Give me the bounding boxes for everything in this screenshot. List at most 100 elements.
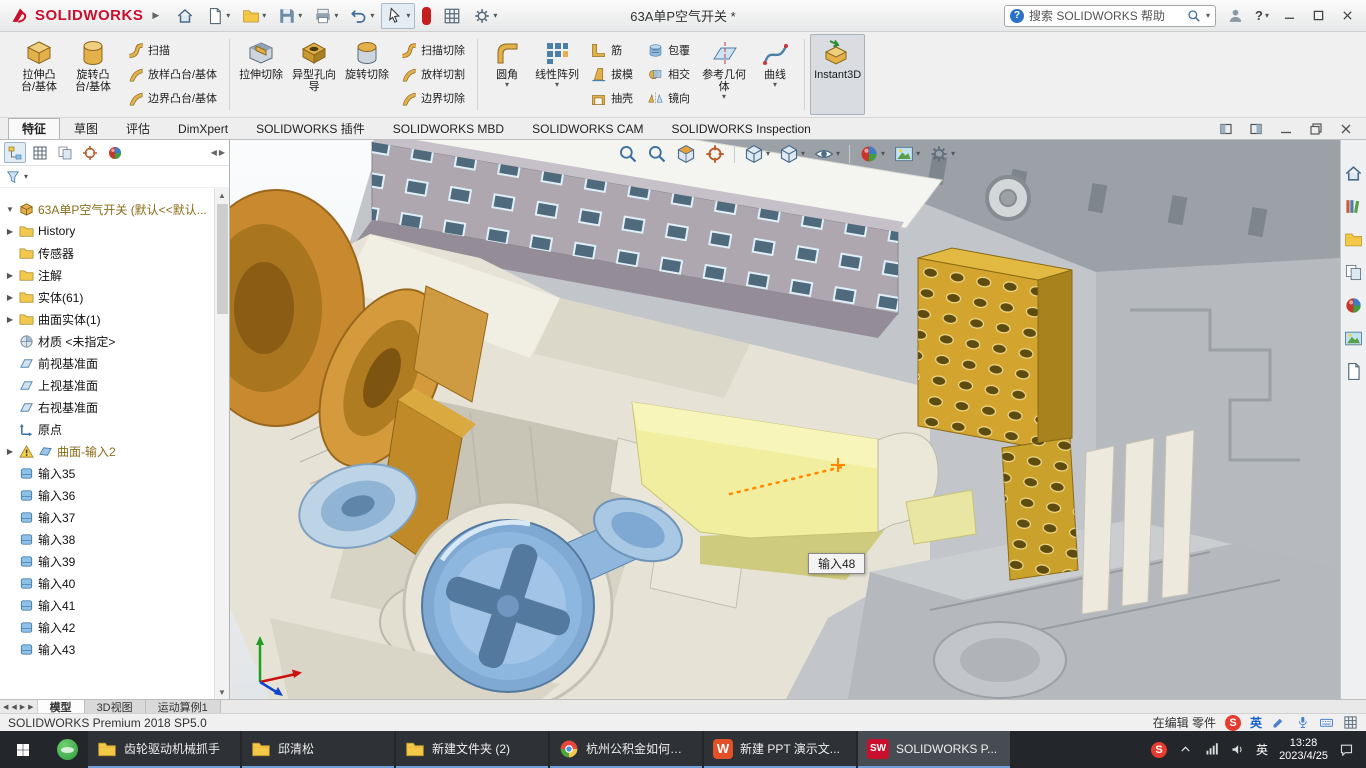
sogou-icon[interactable]: S (1225, 715, 1241, 731)
scroll-left-icon[interactable]: ◀ (211, 148, 217, 157)
expand-icon[interactable]: ▶ (5, 315, 15, 324)
measure-button[interactable] (705, 144, 725, 164)
ribbon-button-lofted-cut[interactable]: 放样切割 (397, 63, 468, 85)
graphics-viewport[interactable]: ▾ ▾ ▾ ▾ ▾ ▾ 输入48 (230, 140, 1340, 699)
sogou-tray-icon[interactable]: S (1151, 742, 1167, 758)
tree-item-annotations[interactable]: ▶注解 (0, 264, 229, 286)
tab-sketch[interactable]: 草图 (60, 118, 112, 139)
tree-item-solid-bodies[interactable]: ▶实体(61) (0, 286, 229, 308)
ribbon-button-linear-pattern[interactable]: 线性阵列▾ (531, 34, 583, 115)
tab-property-manager[interactable] (29, 142, 51, 163)
tree-root[interactable]: ▼63A单P空气开关 (默认<<默认... (0, 198, 229, 220)
keyboard-icon[interactable] (1319, 715, 1334, 730)
ribbon-button-fillet[interactable]: 圆角▾ (483, 34, 531, 115)
doc-close-button[interactable] (1334, 121, 1358, 137)
volume-icon[interactable] (1230, 742, 1245, 757)
mic-icon[interactable] (1295, 715, 1310, 730)
network-icon[interactable] (1204, 742, 1219, 757)
taskbar-item-folder2[interactable]: 邱清松 (242, 731, 394, 768)
help-menu-button[interactable]: ?▾ (1255, 8, 1269, 23)
tree-scrollbar[interactable]: ▲ ▼ (214, 188, 229, 699)
dropdown-caret-icon[interactable]: ▾ (801, 150, 805, 158)
dropdown-caret-icon[interactable]: ▾ (406, 12, 410, 20)
file-explorer-icon[interactable] (1344, 230, 1363, 249)
ribbon-button-boundary-cut[interactable]: 边界切除 (397, 87, 468, 109)
display-report-button[interactable] (438, 3, 466, 29)
tree-item-import39[interactable]: 输入39 (0, 550, 229, 572)
pane-right-button[interactable] (1244, 121, 1268, 137)
abort-icon[interactable] (422, 7, 431, 25)
taskbar-item-solidworks[interactable]: SWSOLIDWORKS P... (858, 731, 1010, 768)
tree-item-surface-import2[interactable]: ▶曲面-输入2 (0, 440, 229, 462)
tab-display-manager[interactable] (104, 142, 126, 163)
home-button[interactable] (171, 3, 199, 29)
next-tab-icon[interactable]: ▶ (20, 703, 25, 711)
ribbon-button-swept-boss[interactable]: 扫描 (124, 39, 220, 61)
maximize-button[interactable] (1304, 4, 1333, 28)
ribbon-button-extruded-cut[interactable]: 拉伸切除 (235, 34, 287, 115)
ribbon-button-revolved-cut[interactable]: 旋转切除 (341, 34, 393, 115)
hidden-icons-chevron-icon[interactable] (1178, 742, 1193, 757)
expand-icon[interactable]: ▶ (5, 227, 15, 236)
tree-item-sensors[interactable]: 传感器 (0, 242, 229, 264)
tab-cam[interactable]: SOLIDWORKS CAM (518, 118, 657, 139)
dropdown-caret-icon[interactable]: ▾ (370, 12, 374, 20)
ribbon-button-revolved-boss[interactable]: 旋转凸台/基体 (66, 34, 120, 115)
filter-caret-icon[interactable]: ▾ (24, 173, 28, 181)
prev-tab-icon[interactable]: ◀ (11, 703, 16, 711)
ribbon-button-wrap[interactable]: 包覆 (644, 39, 693, 61)
tree-item-import43[interactable]: 输入43 (0, 638, 229, 660)
dropdown-caret-icon[interactable]: ▾ (951, 150, 955, 158)
start-button[interactable] (0, 731, 46, 768)
apply-scene-button[interactable]: ▾ (894, 144, 920, 164)
dropdown-caret-icon[interactable]: ▾ (493, 12, 497, 20)
tree-item-import40[interactable]: 输入40 (0, 572, 229, 594)
tab-inspection[interactable]: SOLIDWORKS Inspection (657, 118, 824, 139)
section-view-button[interactable] (676, 144, 696, 164)
tab-evaluate[interactable]: 评估 (112, 118, 164, 139)
dropdown-caret-icon[interactable]: ▾ (722, 93, 726, 101)
tree-item-import41[interactable]: 输入41 (0, 594, 229, 616)
tab-3d-views[interactable]: 3D视图 (85, 700, 146, 713)
view-settings-button[interactable]: ▾ (929, 144, 955, 164)
ribbon-button-draft[interactable]: 拔模 (587, 63, 636, 85)
tree-filter[interactable]: ▾ (0, 166, 229, 188)
save-button[interactable]: ▾ (273, 3, 307, 29)
notification-center-icon[interactable] (1339, 742, 1354, 757)
tree-item-top-plane[interactable]: 上视基准面 (0, 374, 229, 396)
ribbon-button-mirror[interactable]: 镜向 (644, 87, 693, 109)
ribbon-button-swept-cut[interactable]: 扫描切除 (397, 39, 468, 61)
toolbar-flyout-arrow-icon[interactable]: ▶ (148, 8, 163, 23)
3d-model-view[interactable] (230, 140, 1340, 699)
ribbon-button-curves[interactable]: 曲线▾ (751, 34, 799, 115)
zoom-area-button[interactable] (647, 144, 667, 164)
doc-minimize-button[interactable] (1274, 121, 1298, 137)
minimize-button[interactable] (1275, 4, 1304, 28)
dropdown-caret-icon[interactable]: ▾ (916, 150, 920, 158)
dropdown-caret-icon[interactable]: ▾ (298, 12, 302, 20)
scroll-down-icon[interactable]: ▼ (218, 685, 226, 699)
doc-restore-button[interactable] (1304, 121, 1328, 137)
login-button[interactable] (1222, 3, 1249, 28)
display-style-button[interactable]: ▾ (779, 144, 805, 164)
tree-item-front-plane[interactable]: 前视基准面 (0, 352, 229, 374)
scenes-icon[interactable] (1344, 329, 1363, 348)
hide-show-items-button[interactable]: ▾ (814, 144, 840, 164)
custom-properties-icon[interactable] (1344, 362, 1363, 381)
expand-icon[interactable]: ▶ (5, 293, 15, 302)
dropdown-caret-icon[interactable]: ▾ (505, 81, 509, 89)
scroll-right-icon[interactable]: ▶ (219, 148, 225, 157)
tab-mbd[interactable]: SOLIDWORKS MBD (379, 118, 518, 139)
design-library-icon[interactable] (1344, 197, 1363, 216)
ribbon-button-extruded-boss[interactable]: 拉伸凸台/基体 (12, 34, 66, 115)
tree-item-import38[interactable]: 输入38 (0, 528, 229, 550)
browser-360-button[interactable] (46, 731, 88, 768)
ribbon-button-lofted-boss[interactable]: 放样凸台/基体 (124, 63, 220, 85)
taskbar-clock[interactable]: 13:28 2023/4/25 (1279, 737, 1328, 763)
ribbon-button-shell[interactable]: 抽壳 (587, 87, 636, 109)
tab-feature-manager[interactable] (4, 142, 26, 163)
home-icon[interactable] (1344, 164, 1363, 183)
taskbar-item-wps[interactable]: W新建 PPT 演示文... (704, 731, 856, 768)
dropdown-caret-icon[interactable]: ▾ (1265, 12, 1269, 20)
ribbon-button-reference-geometry[interactable]: 参考几何体▾ (697, 34, 751, 115)
